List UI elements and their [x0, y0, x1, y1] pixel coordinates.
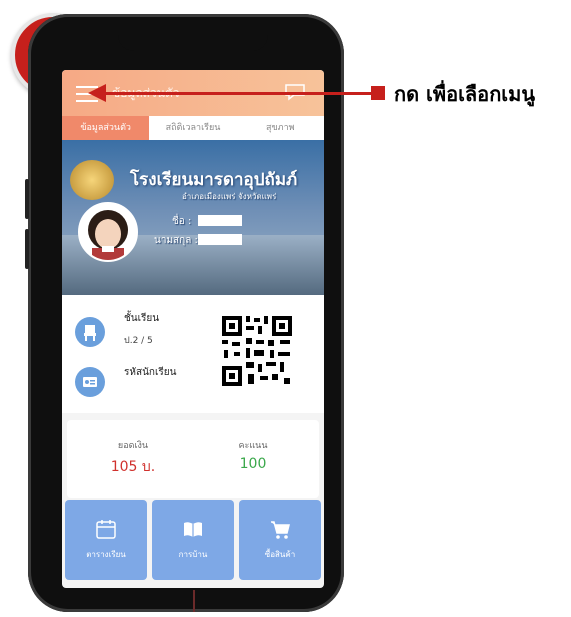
calendar-icon	[96, 520, 116, 539]
score-value: 100	[239, 456, 267, 472]
surname-value-box	[198, 234, 242, 245]
instruction-text: กด เพื่อเลือกเมนู	[394, 82, 535, 106]
tab-attendance[interactable]: สถิติเวลาเรียน	[149, 116, 236, 140]
surname-label: นามสกุล :	[154, 235, 198, 246]
class-label: ชั้นเรียน	[124, 313, 160, 324]
shopping-cart-icon	[271, 521, 290, 539]
app-screen: ข้อมูลส่วนตัว ข้อมูลส่วนตัว สถิติเวลาเรี…	[62, 70, 324, 588]
school-banner: โรงเรียนมารดาอุปถัมภ์ อำเภอเมืองแพร่ จัง…	[62, 140, 324, 295]
shop-label: ซื้อสินค้า	[264, 550, 296, 559]
homework-label: การบ้าน	[178, 550, 208, 559]
balance-value: 105 บ.	[110, 459, 156, 475]
tab-personal-info[interactable]: ข้อมูลส่วนตัว	[62, 116, 150, 140]
timetable-label: ตารางเรียน	[86, 550, 126, 559]
school-name: โรงเรียนมารดาอุปถัมภ์	[130, 170, 298, 190]
menu-grid: ตารางเรียน การบ้าน ซื้อสินค้า	[65, 500, 321, 580]
balance-label: ยอดเงิน	[117, 441, 149, 451]
school-crest-logo	[70, 160, 114, 200]
class-value: ป.2 / 5	[124, 336, 153, 346]
book-icon	[184, 522, 202, 537]
volume-button	[25, 179, 29, 219]
shop-card[interactable]: ซื้อสินค้า	[239, 500, 321, 580]
tab-bar: ข้อมูลส่วนตัว สถิติเวลาเรียน สุขภาพ	[62, 116, 324, 140]
qr-code	[220, 314, 294, 388]
balance-score-card: ยอดเงิน 105 บ. คะแนน 100	[67, 420, 319, 498]
id-card-icon	[75, 367, 105, 397]
pointer-arrow-end	[371, 86, 385, 100]
stand-line	[193, 590, 195, 612]
student-avatar	[78, 202, 138, 262]
name-label: ชื่อ :	[172, 216, 192, 227]
phone-notch	[118, 25, 268, 51]
volume-button	[25, 229, 29, 269]
pointer-arrow-line	[104, 92, 372, 95]
class-chair-icon	[75, 317, 105, 347]
timetable-card[interactable]: ตารางเรียน	[65, 500, 147, 580]
name-value-box	[198, 215, 242, 226]
homework-card[interactable]: การบ้าน	[152, 500, 234, 580]
student-info-card: ชั้นเรียน ป.2 / 5 รหัสนักเรียน	[62, 295, 324, 413]
school-location: อำเภอเมืองแพร่ จังหวัดแพร่	[182, 192, 277, 201]
score-label: คะแนน	[238, 441, 268, 451]
student-id-label: รหัสนักเรียน	[124, 367, 177, 378]
tab-health[interactable]: สุขภาพ	[237, 116, 324, 140]
